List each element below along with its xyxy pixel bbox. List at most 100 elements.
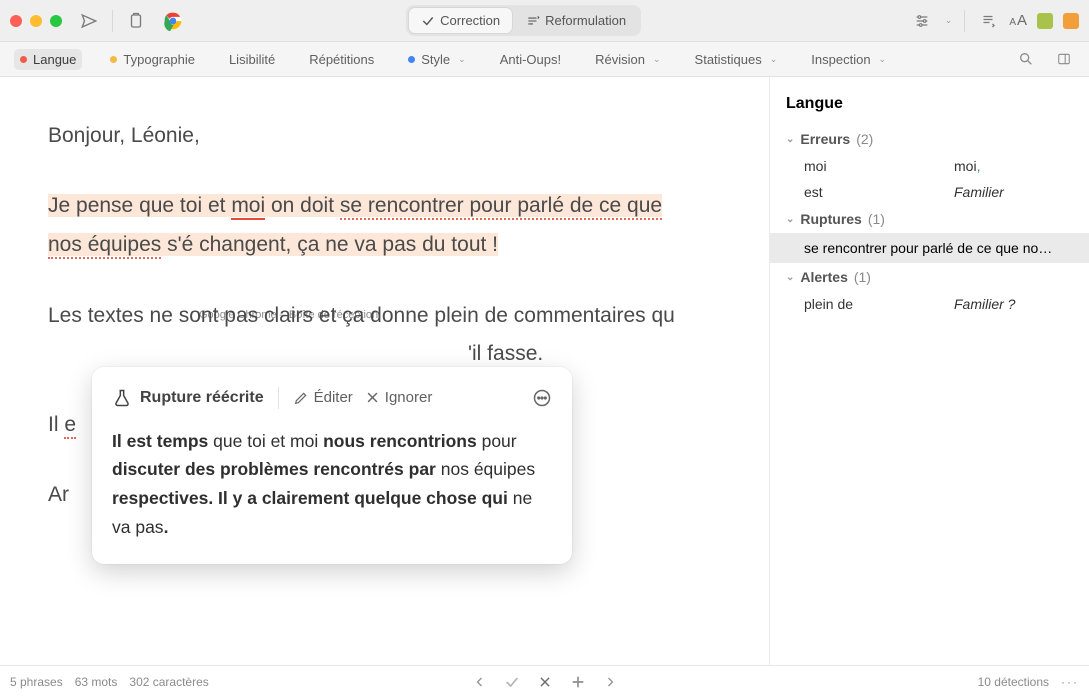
status-detections: 10 détections [978,675,1049,689]
editor-pane[interactable]: Bonjour, Léonie, Je pense que toi et moi… [0,77,769,665]
pencil-icon [293,390,309,406]
nav-prev[interactable] [474,675,486,689]
more-button[interactable] [532,388,552,408]
tab-statistiques-label: Statistiques [695,52,762,67]
tab-style[interactable]: Style ⌄ [402,49,471,70]
tab-style-label: Style [421,52,450,67]
divider [278,387,279,409]
ignore-button[interactable]: Ignorer [365,384,433,412]
section-erreurs-count: (2) [856,131,873,147]
edit-label: Éditer [314,384,353,412]
tab-typographie-label: Typographie [123,52,195,67]
font-size-control[interactable]: AA [1009,12,1027,29]
nav-accept[interactable] [504,674,520,690]
window-controls [10,15,62,27]
flask-icon [112,388,132,408]
chevron-down-icon: ⌄ [786,272,794,283]
maximize-window-button[interactable] [50,15,62,27]
editor-greeting: Bonjour, Léonie, [48,117,721,156]
rewrite-text: nos équipes [436,459,535,479]
nav-add[interactable] [570,674,586,690]
section-ruptures[interactable]: ⌄ Ruptures (1) [770,205,1089,233]
error-phrase[interactable]: se rencontrer pour parlé de ce que [340,194,662,220]
segment-reformulation[interactable]: Reformulation [514,8,638,33]
tab-revision[interactable]: Révision ⌄ [589,49,666,70]
tab-statistiques[interactable]: Statistiques ⌄ [689,49,784,70]
chevron-down-icon: ⌄ [786,134,794,145]
section-alertes-label: Alertes [800,269,847,285]
status-chars: 302 caractères [129,675,208,689]
erreur-to-text: moi [954,158,977,174]
tab-antioups-label: Anti-Oups! [500,52,561,67]
tab-repetitions-label: Répétitions [309,52,374,67]
signature-text: Ar [48,483,69,506]
close-icon [365,390,380,405]
rewrite-bold: . [164,517,169,537]
separator [964,10,965,32]
color-swatch-2[interactable] [1063,13,1079,29]
popup-body: Il est temps que toi et moi nous rencont… [112,427,552,543]
send-icon[interactable] [78,10,100,32]
section-ruptures-label: Ruptures [800,211,861,227]
text-span: Il [48,413,64,436]
alerte-to: Familier ? [954,296,1015,312]
correction-popup: Rupture réécrite Éditer Ignorer Il est t… [92,367,572,564]
error-moi[interactable]: moi [231,194,265,220]
color-swatch-1[interactable] [1037,13,1053,29]
rewrite-bold: respectives. Il y a clairement quelque c… [112,488,508,508]
highlight-span: nos équipes s'é changent, ça ne va pas d… [48,233,498,256]
chevron-down-icon: ⌄ [879,54,887,65]
tab-langue-label: Langue [33,52,76,67]
close-window-button[interactable] [10,15,22,27]
tab-repetitions[interactable]: Répétitions [303,49,380,70]
rewrite-bold: Il est temps [112,431,208,451]
dot-icon [110,56,117,63]
font-big-a: A [1017,12,1027,29]
chevron-down-icon: ⌄ [458,54,466,65]
search-icon[interactable] [1015,48,1037,70]
status-mots: 63 mots [75,675,118,689]
popup-title-group: Rupture réécrite [112,383,264,413]
tab-lisibilite-label: Lisibilité [229,52,275,67]
segment-correction[interactable]: Correction [409,8,512,33]
category-tabbar: Langue Typographie Lisibilité Répétition… [0,42,1089,77]
statusbar: 5 phrases 63 mots 302 caractères 10 déte… [0,665,1089,697]
rupture-row-1[interactable]: se rencontrer pour parlé de ce que no… [770,233,1089,263]
nav-next[interactable] [604,675,616,689]
tab-langue[interactable]: Langue [14,49,82,70]
sidebar-toggle-icon[interactable] [1053,48,1075,70]
highlight-span: Je pense que toi et moi on doit se renco… [48,194,662,217]
rewrite-text: pour [477,431,517,451]
tab-inspection-label: Inspection [811,52,870,67]
edit-button[interactable]: Éditer [293,384,353,412]
titlebar: Correcteur Google Chrome – Boîte de réce… [0,0,1089,42]
error-equipes[interactable]: nos équipes [48,233,161,259]
detections-sidebar: Langue ⌄ Erreurs (2) moi moi, est Famili… [769,77,1089,665]
sliders-icon[interactable] [911,10,933,32]
status-more[interactable]: ··· [1061,675,1079,689]
tab-inspection[interactable]: Inspection ⌄ [805,49,892,70]
erreur-row-1[interactable]: moi moi, [770,153,1089,179]
sliders-chevron[interactable]: ⌄ [945,15,953,26]
section-alertes[interactable]: ⌄ Alertes (1) [770,263,1089,291]
alerte-row-1[interactable]: plein de Familier ? [770,291,1089,317]
minimize-window-button[interactable] [30,15,42,27]
error-e[interactable]: e [64,413,76,439]
popup-header: Rupture réécrite Éditer Ignorer [112,383,552,413]
paragraph-icon[interactable] [977,10,999,32]
section-erreurs[interactable]: ⌄ Erreurs (2) [770,125,1089,153]
erreur-row-2[interactable]: est Familier [770,179,1089,205]
clipboard-icon[interactable] [125,10,147,32]
tab-lisibilite[interactable]: Lisibilité [223,49,281,70]
greeting-text: Bonjour, Léonie, [48,124,200,147]
tab-revision-label: Révision [595,52,645,67]
text-span: Je pense que toi et [48,194,231,217]
tab-antioups[interactable]: Anti-Oups! [494,49,567,70]
nav-reject[interactable] [538,675,552,689]
tab-typographie[interactable]: Typographie [104,49,201,70]
chevron-down-icon: ⌄ [770,54,778,65]
titlebar-right: ⌄ AA [911,10,1079,32]
section-erreurs-label: Erreurs [800,131,850,147]
chevron-down-icon: ⌄ [653,54,661,65]
erreur-to-comma: , [977,158,981,174]
